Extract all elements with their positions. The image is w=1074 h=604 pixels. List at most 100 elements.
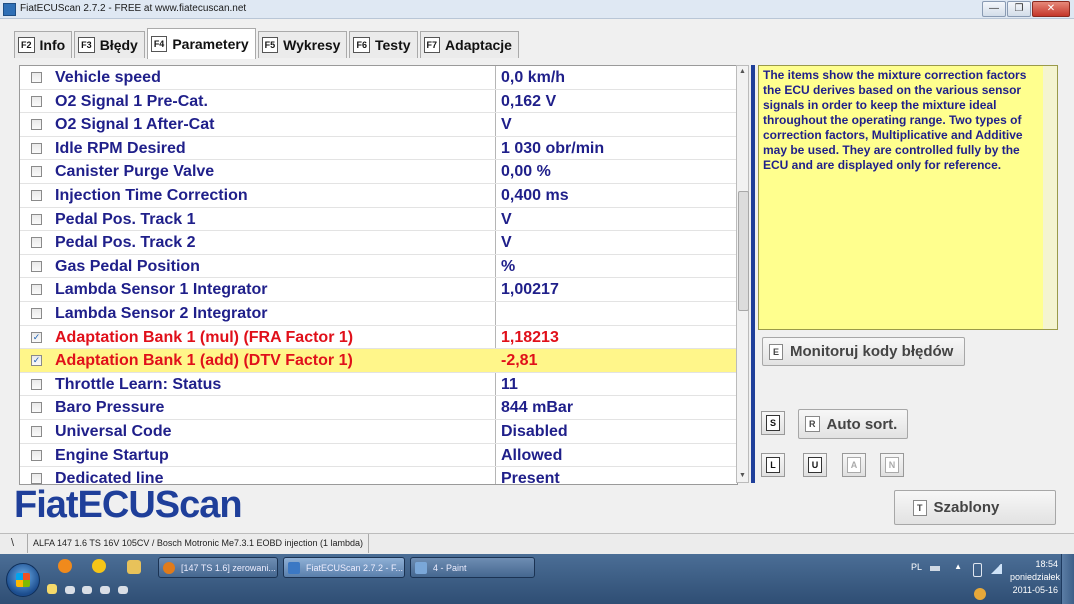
battery-icon[interactable]	[973, 563, 982, 577]
clock-date: 2011-05-16	[1012, 585, 1058, 595]
l-key: L	[766, 457, 780, 473]
tray-quick-icon[interactable]	[47, 584, 57, 594]
parameter-row[interactable]: Gas Pedal Position %	[20, 255, 737, 279]
a-button[interactable]: A	[842, 453, 866, 477]
tab-adaptacje-key: F7	[423, 37, 441, 53]
parameter-value: 0,00 %	[501, 163, 551, 181]
parameter-row[interactable]: O2 Signal 1 After-Cat V	[20, 113, 737, 137]
parameter-row[interactable]: Pedal Pos. Track 2 V	[20, 231, 737, 255]
auto-sort-button[interactable]: R Auto sort.	[798, 409, 908, 439]
maximize-button[interactable]: ❐	[1007, 1, 1031, 17]
taskbar-window-fiatecuscan[interactable]: FiatECUScan 2.7.2 - F...	[283, 557, 405, 578]
tab-testy[interactable]: F6 Testy	[349, 31, 418, 58]
tab-adaptacje[interactable]: F7 Adaptacje	[419, 31, 519, 58]
parameter-checkbox[interactable]	[31, 142, 42, 154]
parameter-row[interactable]: Throttle Learn: Status 11	[20, 373, 737, 397]
keyboard-icon[interactable]	[930, 566, 940, 571]
tab-parametery[interactable]: F4 Parametery	[146, 28, 256, 59]
parameter-checkbox[interactable]: ✓	[31, 355, 42, 367]
parameter-row[interactable]: Baro Pressure 844 mBar	[20, 396, 737, 420]
status-bar: \ ALFA 147 1.6 TS 16V 105CV / Bosch Motr…	[0, 533, 1074, 554]
n-button[interactable]: N	[880, 453, 904, 477]
scroll-thumb[interactable]	[738, 191, 749, 311]
chevron-up-icon[interactable]: ▲	[954, 562, 962, 571]
parameter-row[interactable]: Universal Code Disabled	[20, 420, 737, 444]
tab-wykresy-key: F5	[261, 37, 279, 53]
autosort-key: R	[805, 416, 820, 432]
s-key: S	[765, 415, 780, 431]
parameter-row[interactable]: Injection Time Correction 0,400 ms	[20, 184, 737, 208]
close-button[interactable]: ✕	[1032, 1, 1070, 17]
show-desktop-button[interactable]	[1061, 554, 1074, 604]
parameter-checkbox[interactable]	[31, 473, 42, 484]
drive-icon[interactable]	[82, 586, 92, 594]
drive-icon[interactable]	[100, 586, 110, 594]
parameter-value: 1,18213	[501, 328, 559, 346]
start-button[interactable]	[6, 563, 40, 597]
tab-adaptacje-label: Adaptacje	[445, 37, 512, 53]
taskbar: [147 TS 1.6] zerowani... FiatECUScan 2.7…	[0, 554, 1074, 604]
parameter-checkbox[interactable]	[31, 95, 42, 107]
parameter-checkbox[interactable]	[31, 237, 42, 249]
minimize-button[interactable]: —	[982, 1, 1006, 17]
parameter-value: %	[501, 257, 516, 275]
parameter-row[interactable]: O2 Signal 1 Pre-Cat. 0,162 V	[20, 90, 737, 114]
tab-wykresy-label: Wykresy	[283, 37, 341, 53]
drive-icon[interactable]	[65, 586, 75, 594]
taskbar-window-firefox[interactable]: [147 TS 1.6] zerowani...	[158, 557, 278, 578]
parameter-row[interactable]: Canister Purge Valve 0,00 %	[20, 160, 737, 184]
l-button[interactable]: L	[761, 453, 785, 477]
parameter-name: Throttle Learn: Status	[55, 375, 222, 393]
monitor-error-codes-button[interactable]: E Monitoruj kody błędów	[762, 337, 965, 366]
templates-button[interactable]: T Szablony	[894, 490, 1056, 525]
parameter-name: O2 Signal 1 After-Cat	[55, 116, 215, 134]
vehicle-status: ALFA 147 1.6 TS 16V 105CV / Bosch Motron…	[27, 534, 370, 553]
parameter-checkbox[interactable]	[31, 378, 42, 390]
taskbar-window-paint[interactable]: 4 - Paint	[410, 557, 535, 578]
language-indicator[interactable]: PL	[902, 562, 922, 572]
parameter-checkbox[interactable]	[31, 449, 42, 461]
parameter-checkbox[interactable]	[31, 308, 42, 319]
windows-logo-icon	[16, 573, 30, 587]
parameter-checkbox[interactable]	[31, 166, 42, 178]
notification-icon[interactable]	[974, 588, 986, 600]
info-scrollbar[interactable]	[1043, 66, 1057, 329]
panel-splitter[interactable]	[751, 65, 755, 483]
parameter-row[interactable]: Lambda Sensor 2 Integrator	[20, 302, 737, 326]
parameter-checkbox[interactable]	[31, 284, 42, 296]
tab-bledy[interactable]: F3 Błędy	[74, 31, 145, 58]
tab-wykresy[interactable]: F5 Wykresy	[257, 31, 348, 58]
parameter-checkbox[interactable]	[31, 260, 42, 272]
info-panel: The items show the mixture correction fa…	[758, 65, 1058, 330]
scroll-down-arrow-icon[interactable]: ▼	[737, 470, 748, 482]
parameter-row[interactable]: Vehicle speed 0,0 km/h	[20, 66, 737, 90]
s-button[interactable]: S	[761, 411, 785, 435]
parameter-row[interactable]: Dedicated line Present	[20, 467, 737, 484]
firefox-icon[interactable]	[58, 559, 72, 573]
clock[interactable]: 18:54 poniedziałek 2011-05-16	[1010, 558, 1060, 597]
parameter-row[interactable]: Idle RPM Desired 1 030 obr/min	[20, 137, 737, 161]
app-icon	[3, 3, 16, 16]
parameter-checkbox[interactable]	[31, 72, 42, 83]
network-icon[interactable]	[990, 564, 1002, 574]
tab-info[interactable]: F2 Info	[14, 31, 73, 58]
parameter-checkbox[interactable]	[31, 426, 42, 437]
u-button[interactable]: U	[803, 453, 827, 477]
parameter-value: 844 mBar	[501, 399, 574, 417]
folder-icon[interactable]	[127, 560, 141, 574]
drive-icon[interactable]	[118, 586, 128, 594]
parameter-checkbox[interactable]	[31, 402, 42, 414]
parameter-row[interactable]: Pedal Pos. Track 1 V	[20, 208, 737, 232]
parameter-row[interactable]: Engine Startup Allowed	[20, 444, 737, 468]
parameter-checkbox[interactable]	[31, 213, 42, 225]
parameter-checkbox[interactable]	[31, 119, 42, 131]
sun-icon[interactable]	[92, 559, 106, 573]
parameter-checkbox[interactable]: ✓	[31, 331, 42, 343]
scroll-up-arrow-icon[interactable]: ▲	[737, 66, 748, 78]
parameter-row[interactable]: Lambda Sensor 1 Integrator 1,00217	[20, 278, 737, 302]
parameter-checkbox[interactable]	[31, 190, 42, 201]
table-scrollbar[interactable]: ▲ ▼	[736, 65, 749, 483]
parameter-row[interactable]: ✓ Adaptation Bank 1 (add) (DTV Factor 1) -…	[20, 349, 737, 373]
parameter-row[interactable]: ✓ Adaptation Bank 1 (mul) (FRA Factor 1) 1…	[20, 326, 737, 350]
templates-key: T	[913, 499, 927, 516]
